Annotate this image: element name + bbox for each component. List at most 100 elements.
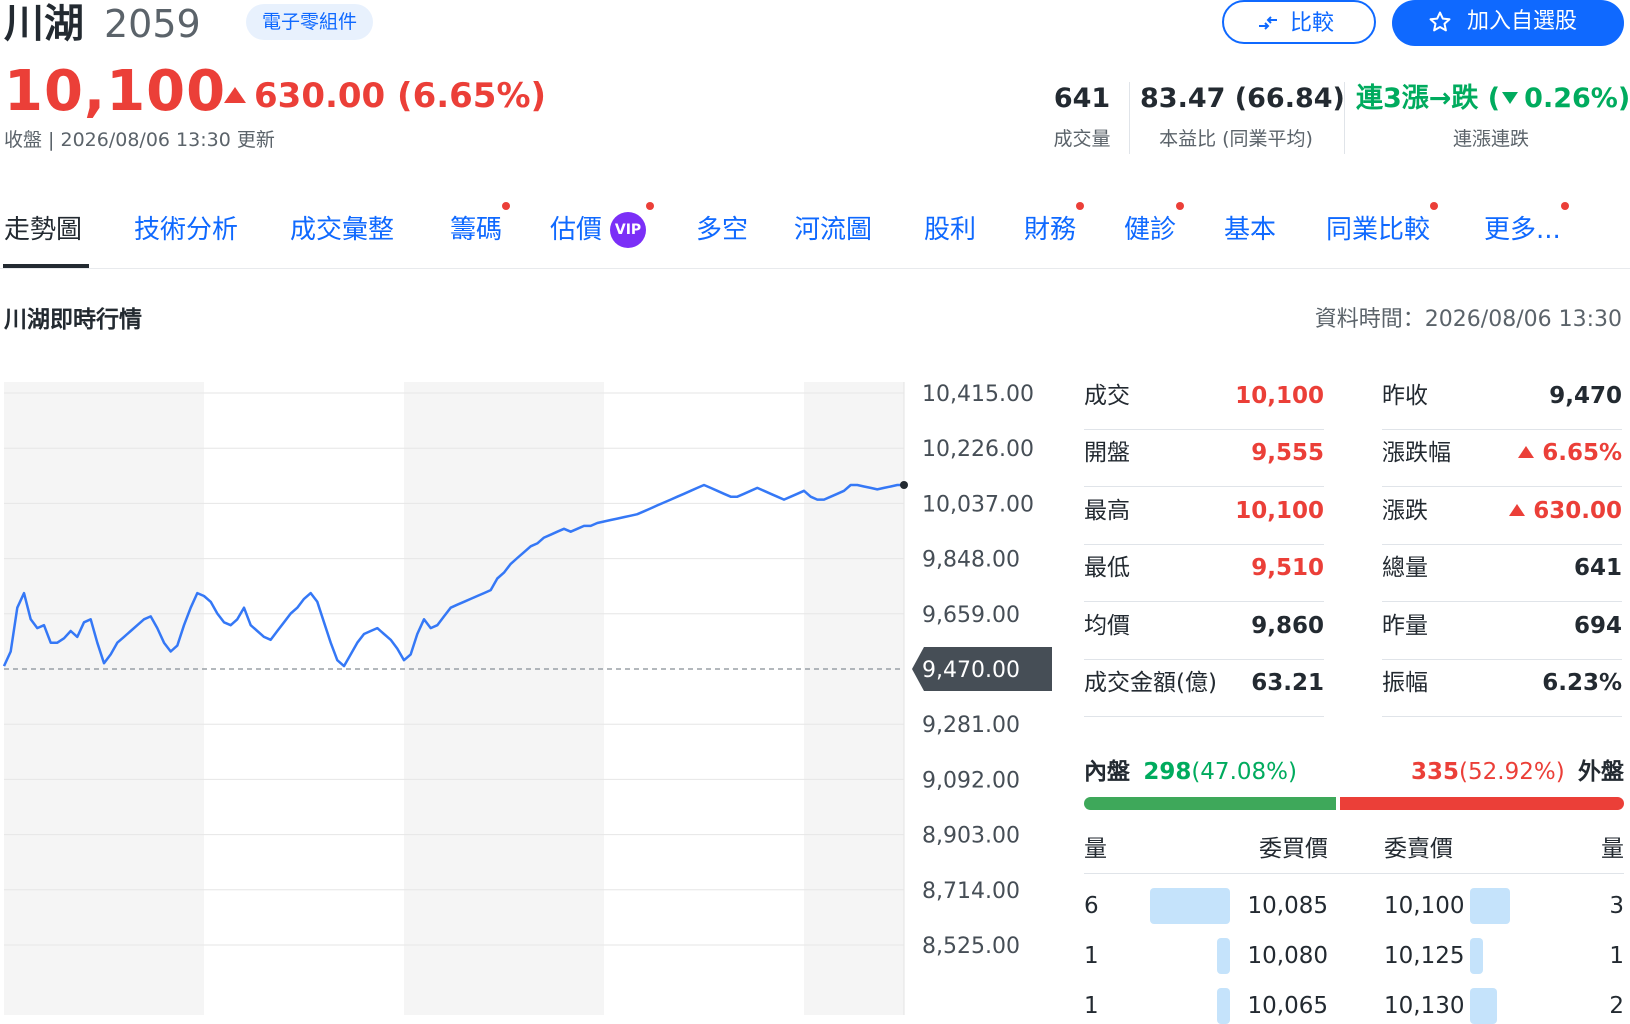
y-tick-label: 8,903.00 bbox=[922, 824, 1020, 849]
quote-label: 昨量 bbox=[1382, 613, 1428, 639]
tab-basic[interactable]: 基本 bbox=[1224, 212, 1276, 248]
intraday-chart[interactable]: 10,415.00 10,226.00 10,037.00 9,848.00 9,659… bbox=[0, 380, 1060, 1015]
quote-row: 振幅 6.23% bbox=[1382, 659, 1622, 717]
inner-pct: (47.08%) bbox=[1191, 759, 1297, 785]
quote-label: 漲跌幅 bbox=[1382, 440, 1451, 466]
quote-label: 開盤 bbox=[1084, 440, 1130, 466]
tab-trades[interactable]: 成交彙整 bbox=[290, 212, 394, 248]
quote-value-text: 6.23% bbox=[1542, 670, 1622, 696]
bid-volume-bar bbox=[1150, 888, 1230, 924]
tab-label: 籌碼 bbox=[450, 215, 503, 245]
stat-streak-prefix: 連3漲→跌 ( bbox=[1356, 83, 1501, 114]
bid-price[interactable]: 10,065 bbox=[1232, 990, 1328, 1022]
quote-value-text: 630.00 bbox=[1533, 498, 1622, 524]
tab-trend[interactable]: 走勢圖 bbox=[4, 212, 82, 248]
chart-band bbox=[604, 382, 804, 1015]
stat-divider bbox=[1344, 82, 1345, 154]
add-watchlist-button[interactable]: 加入自選股 bbox=[1392, 0, 1624, 46]
quote-label: 振幅 bbox=[1382, 670, 1428, 696]
y-tick-label: 9,659.00 bbox=[922, 603, 1020, 628]
tab-longshort[interactable]: 多空 bbox=[696, 212, 748, 248]
quote-value-text: 63.21 bbox=[1251, 670, 1324, 696]
tab-label: 健診 bbox=[1124, 215, 1177, 245]
tab-financial[interactable]: 財務 bbox=[1024, 202, 1085, 248]
quote-value: 10,100 bbox=[1235, 495, 1324, 527]
tab-valuation[interactable]: 估價 VIP bbox=[550, 202, 655, 248]
y-tick-label: 8,714.00 bbox=[922, 879, 1020, 904]
ask-volume-bar bbox=[1470, 988, 1497, 1024]
tab-label: 成交彙整 bbox=[290, 215, 395, 245]
ask-price[interactable]: 10,100 bbox=[1384, 890, 1464, 922]
quote-row: 最高 10,100 bbox=[1084, 487, 1324, 545]
quote-label: 總量 bbox=[1382, 555, 1428, 581]
tab-label: 同業比較 bbox=[1326, 215, 1431, 245]
inner-volume: 內盤 298(47.08%) bbox=[1084, 756, 1297, 788]
stat-volume-label: 成交量 bbox=[1053, 128, 1111, 150]
tab-label: 股利 bbox=[924, 215, 977, 245]
outer-pct: (52.92%) bbox=[1459, 759, 1565, 785]
up-arrow-icon bbox=[1518, 446, 1535, 458]
ob-divider bbox=[1084, 873, 1624, 874]
bid-volume-bar bbox=[1217, 988, 1230, 1024]
y-tick-label: 10,037.00 bbox=[922, 492, 1034, 517]
stat-streak-pct: 0.26%) bbox=[1524, 83, 1630, 114]
watchlist-label: 加入自選股 bbox=[1466, 9, 1577, 34]
bid-price[interactable]: 10,085 bbox=[1232, 890, 1328, 922]
quote-label: 均價 bbox=[1084, 613, 1130, 639]
current-price: 10,100 bbox=[4, 59, 227, 124]
chart-band bbox=[4, 382, 204, 1015]
stat-pe: 83.47 (66.84) 本益比 (同業平均) bbox=[1140, 82, 1345, 152]
tab-label: 技術分析 bbox=[134, 215, 239, 245]
quote-value: 9,510 bbox=[1251, 552, 1324, 584]
ob-header-ask-qty: 量 bbox=[1601, 836, 1624, 862]
notification-dot bbox=[502, 202, 511, 210]
vip-badge: VIP bbox=[610, 212, 647, 248]
tab-label: 更多... bbox=[1484, 215, 1561, 245]
notification-dot bbox=[1076, 202, 1085, 210]
down-arrow-icon bbox=[1502, 92, 1519, 104]
quote-row: 成交 10,100 bbox=[1084, 372, 1324, 430]
quote-label: 漲跌 bbox=[1382, 498, 1428, 524]
ask-qty: 2 bbox=[1609, 993, 1624, 1019]
ask-price[interactable]: 10,125 bbox=[1384, 940, 1464, 972]
compare-button[interactable]: 比較 bbox=[1222, 0, 1376, 44]
stat-pe-label: 本益比 (同業平均) bbox=[1159, 128, 1313, 150]
tab-chips[interactable]: 籌碼 bbox=[450, 202, 511, 248]
ob-header-bid-price: 委買價 bbox=[1259, 836, 1328, 862]
quote-value: 6.23% bbox=[1542, 667, 1622, 699]
price-change: 630.00 (6.65%) bbox=[224, 76, 546, 116]
stat-volume: 641 成交量 bbox=[1036, 82, 1128, 152]
last-price-dot bbox=[900, 481, 908, 489]
quote-value-text: 9,555 bbox=[1251, 440, 1324, 466]
tab-peer[interactable]: 同業比較 bbox=[1326, 202, 1439, 248]
tab-technical[interactable]: 技術分析 bbox=[134, 212, 238, 248]
tab-dividend[interactable]: 股利 bbox=[924, 212, 976, 248]
tab-label: 走勢圖 bbox=[4, 215, 83, 245]
quote-row: 漲跌 630.00 bbox=[1382, 487, 1622, 545]
quote-value-text: 10,100 bbox=[1235, 383, 1324, 409]
stat-divider bbox=[1129, 82, 1130, 154]
quote-row: 最低 9,510 bbox=[1084, 544, 1324, 602]
ask-price[interactable]: 10,130 bbox=[1384, 990, 1464, 1022]
ob-header-ask-price: 委賣價 bbox=[1384, 836, 1453, 862]
outer-volume: 335(52.92%) 外盤 bbox=[1411, 756, 1624, 788]
stat-streak-label: 連漲連跌 bbox=[1452, 128, 1529, 150]
tab-label: 多空 bbox=[696, 215, 749, 245]
quote-row: 昨量 694 bbox=[1382, 602, 1622, 660]
tab-label: 河流圖 bbox=[794, 215, 873, 245]
quote-row: 昨收 9,470 bbox=[1382, 372, 1622, 430]
tab-river[interactable]: 河流圖 bbox=[794, 212, 872, 248]
tab-label: 財務 bbox=[1024, 215, 1077, 245]
tab-more[interactable]: 更多... bbox=[1484, 202, 1569, 248]
section-title: 川湖即時行情 bbox=[4, 307, 142, 333]
quote-value: 694 bbox=[1574, 610, 1622, 642]
quote-label: 昨收 bbox=[1382, 383, 1428, 409]
ask-qty: 1 bbox=[1609, 943, 1624, 969]
notification-dot bbox=[1560, 202, 1569, 210]
bid-price[interactable]: 10,080 bbox=[1232, 940, 1328, 972]
up-arrow-icon bbox=[1509, 504, 1526, 516]
quote-value-text: 10,100 bbox=[1235, 498, 1324, 524]
industry-badge[interactable]: 電子零組件 bbox=[246, 4, 374, 40]
tab-health[interactable]: 健診 bbox=[1124, 202, 1185, 248]
outer-ratio-bar bbox=[1340, 797, 1624, 810]
